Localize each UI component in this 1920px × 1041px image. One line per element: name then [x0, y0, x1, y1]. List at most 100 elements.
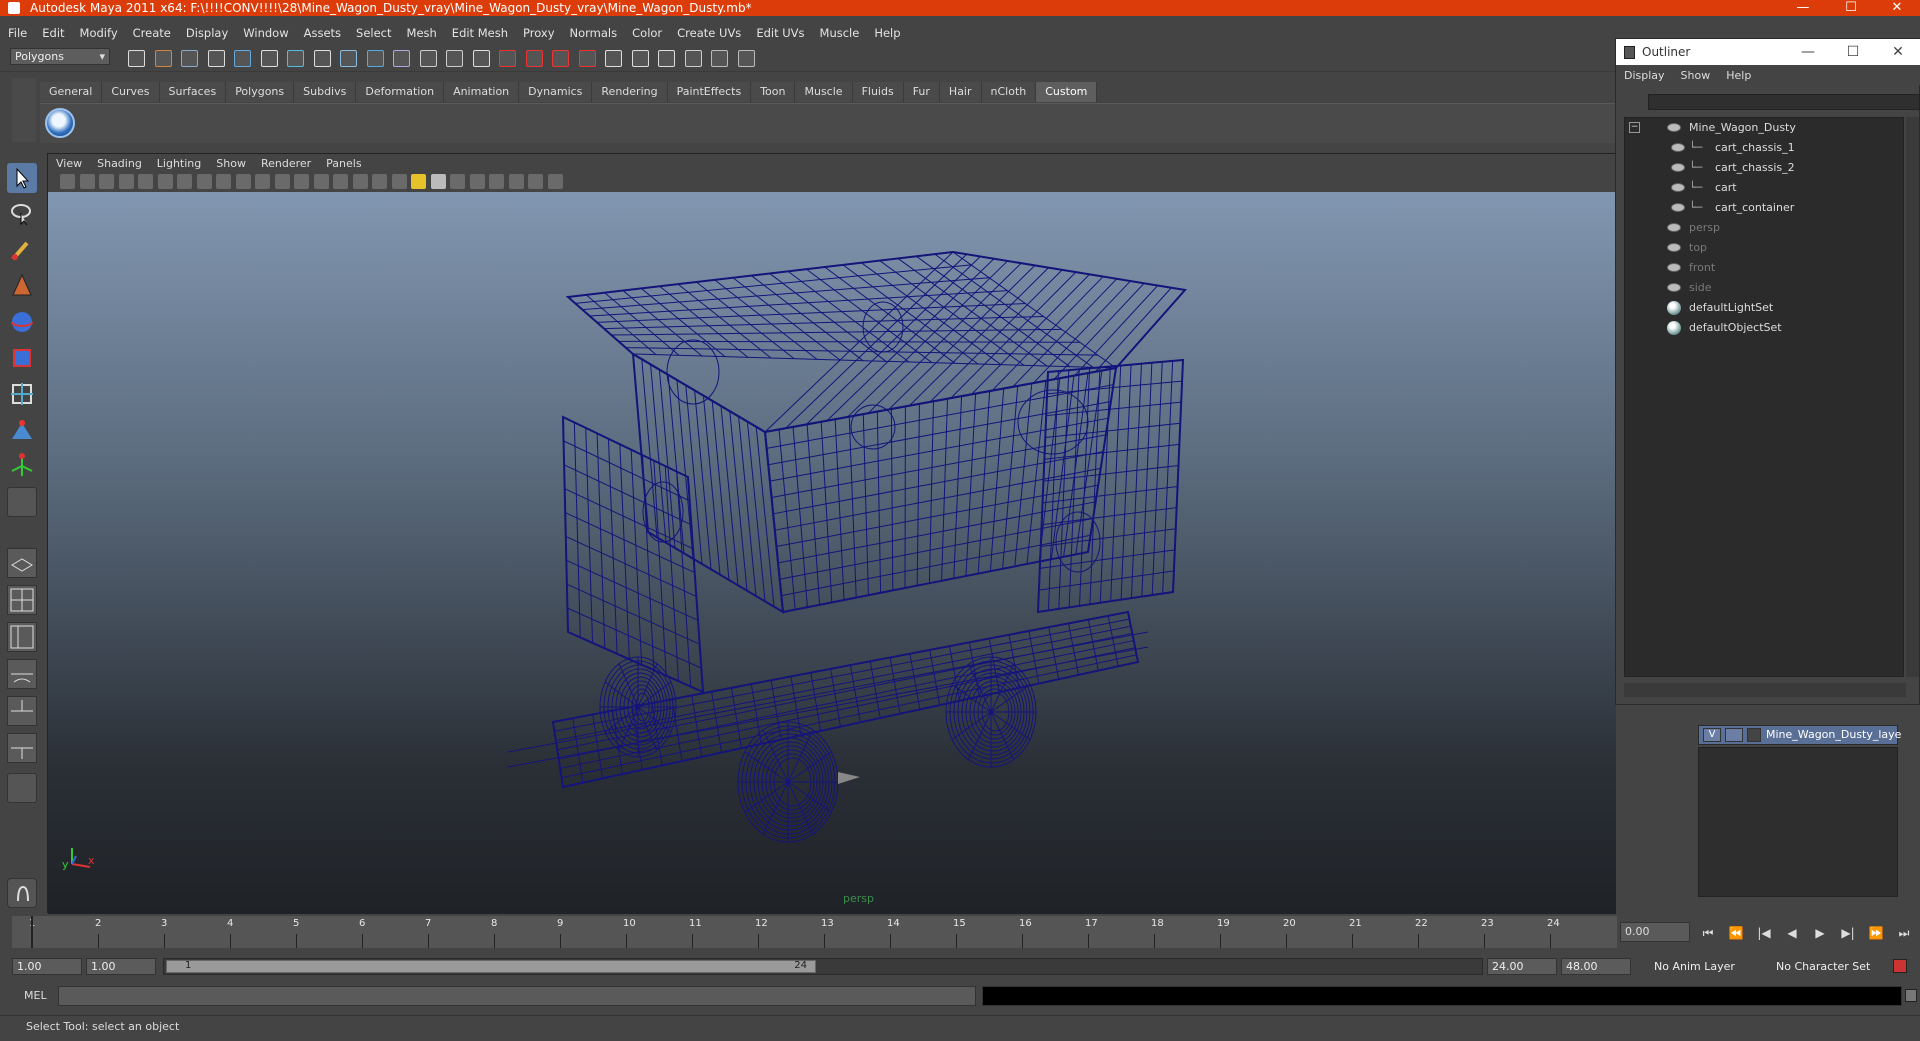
status-tool-icon[interactable] — [711, 50, 728, 67]
shelf-tab-toon[interactable]: Toon — [751, 82, 796, 102]
panel-toolbar-icon[interactable] — [333, 174, 348, 189]
panel-toolbar-icon[interactable] — [352, 174, 368, 189]
panel-toolbar-icon[interactable] — [411, 174, 426, 189]
outliner-menu-help[interactable]: Help — [1726, 69, 1751, 82]
menu-normals[interactable]: Normals — [570, 26, 618, 40]
layout-four-pane-icon[interactable] — [7, 585, 37, 615]
panel-toolbar-icon[interactable] — [372, 174, 387, 189]
status-tool-icon[interactable] — [525, 50, 543, 67]
scale-tool-icon[interactable] — [7, 343, 37, 373]
playback-button[interactable]: ⏩ — [1868, 925, 1884, 941]
shelf-tab-fluids[interactable]: Fluids — [852, 82, 904, 102]
current-frame-marker[interactable] — [31, 916, 33, 948]
status-tool-icon[interactable] — [154, 50, 172, 67]
outliner-minimize-button[interactable]: — — [1786, 39, 1830, 65]
menu-file[interactable]: File — [8, 26, 27, 40]
status-tool-icon[interactable] — [393, 50, 410, 67]
layer-list[interactable] — [1698, 747, 1898, 897]
outliner-item-defaultlightset[interactable]: defaultLightSet — [1667, 298, 1897, 318]
playback-start-field[interactable]: 1.00 — [86, 958, 156, 975]
layout-persp-graph-icon[interactable] — [7, 659, 37, 689]
auto-key-icon[interactable] — [1893, 959, 1907, 973]
script-editor-icon[interactable] — [1905, 989, 1917, 1002]
panel-menu-renderer[interactable]: Renderer — [261, 157, 311, 170]
outliner-collapse-toggle[interactable]: − — [1629, 122, 1640, 133]
status-tool-icon[interactable] — [631, 50, 649, 67]
outliner-horizontal-scrollbar[interactable] — [1624, 683, 1906, 697]
panel-toolbar-icon[interactable] — [489, 174, 504, 189]
outliner-vertical-scrollbar[interactable] — [1906, 117, 1919, 677]
layout-custom-icon[interactable] — [7, 773, 37, 803]
panel-menu-view[interactable]: View — [56, 157, 82, 170]
layout-outliner-persp-icon[interactable] — [7, 622, 37, 652]
menu-muscle[interactable]: Muscle — [820, 26, 860, 40]
character-set-dropdown[interactable]: No Character Set — [1772, 958, 1884, 975]
layer-color-swatch[interactable] — [1747, 728, 1761, 742]
outliner-tree[interactable]: − Mine_Wagon_Dusty └─ cart_chassis_1 └─ cart_… — [1624, 117, 1904, 677]
status-tool-icon[interactable] — [446, 50, 463, 67]
shelf-tab-muscle[interactable]: Muscle — [795, 82, 853, 102]
status-tool-icon[interactable] — [552, 50, 569, 67]
move-tool-icon[interactable] — [7, 271, 37, 301]
menu-create-uvs[interactable]: Create UVs — [677, 26, 741, 40]
maximize-button[interactable]: ☐ — [1828, 0, 1874, 16]
shelf-tab-fur[interactable]: Fur — [903, 82, 940, 102]
status-tool-icon[interactable] — [287, 50, 304, 67]
minimize-button[interactable]: — — [1780, 0, 1826, 16]
panel-toolbar-icon[interactable] — [196, 174, 212, 189]
status-tool-icon[interactable] — [684, 50, 702, 67]
universal-manip-icon[interactable] — [7, 379, 37, 409]
status-tool-icon[interactable] — [419, 50, 437, 67]
panel-toolbar-icon[interactable] — [430, 174, 446, 189]
menu-create[interactable]: Create — [133, 26, 171, 40]
panel-toolbar-icon[interactable] — [313, 174, 329, 189]
status-tool-icon[interactable] — [181, 50, 198, 67]
shelf-tab-rendering[interactable]: Rendering — [592, 82, 668, 102]
outliner-maximize-button[interactable]: ☐ — [1831, 39, 1875, 65]
viewport-canvas[interactable]: y x persp — [48, 192, 1616, 914]
shelf-tab-hair[interactable]: Hair — [939, 82, 982, 102]
panel-toolbar-icon[interactable] — [255, 174, 270, 189]
panel-toolbar-icon[interactable] — [508, 174, 524, 189]
status-tool-icon[interactable] — [472, 50, 490, 67]
panel-toolbar-icon[interactable] — [469, 174, 485, 189]
status-tool-icon[interactable] — [578, 50, 596, 67]
shelf-tab-dynamics[interactable]: Dynamics — [519, 82, 593, 102]
shelf-tab-surfaces[interactable]: Surfaces — [159, 82, 227, 102]
layer-visibility-toggle[interactable]: V — [1703, 728, 1721, 742]
rotate-tool-icon[interactable] — [7, 307, 37, 337]
status-tool-icon[interactable] — [340, 50, 357, 67]
playback-button[interactable]: |◀ — [1756, 925, 1772, 941]
panel-toolbar-icon[interactable] — [79, 174, 95, 189]
menu-edit-uvs[interactable]: Edit UVs — [756, 26, 804, 40]
menu-modify[interactable]: Modify — [80, 26, 118, 40]
panel-menu-show[interactable]: Show — [216, 157, 246, 170]
shelf-tab-animation[interactable]: Animation — [444, 82, 520, 102]
menu-display[interactable]: Display — [186, 26, 228, 40]
show-manip-icon[interactable] — [7, 451, 37, 481]
shelf-tab-general[interactable]: General — [40, 82, 103, 102]
command-language-label[interactable]: MEL — [14, 986, 54, 1006]
layout-hypershade-icon[interactable] — [7, 696, 37, 726]
panel-toolbar-icon[interactable] — [391, 174, 407, 189]
playback-button[interactable]: ◀ — [1784, 925, 1800, 941]
panel-toolbar-icon[interactable] — [274, 174, 290, 189]
status-tool-icon[interactable] — [499, 50, 516, 67]
shelf-tab-curves[interactable]: Curves — [102, 82, 160, 102]
playback-button[interactable]: ▶ — [1812, 925, 1828, 941]
menu-window[interactable]: Window — [243, 26, 288, 40]
layer-playback-toggle[interactable] — [1725, 728, 1743, 742]
playback-button[interactable]: ⏭ — [1896, 925, 1912, 941]
status-tool-icon[interactable] — [605, 50, 622, 67]
panel-toolbar-icon[interactable] — [177, 174, 192, 189]
range-start-field[interactable]: 1.00 — [12, 958, 82, 975]
shelf-tab-ncloth[interactable]: nCloth — [981, 82, 1037, 102]
panel-toolbar-icon[interactable] — [547, 174, 563, 189]
soft-mod-icon[interactable] — [7, 415, 37, 445]
paint-select-icon[interactable] — [7, 235, 37, 265]
range-slider-handle[interactable]: 1 24 — [166, 960, 816, 973]
status-tool-icon[interactable] — [128, 50, 145, 67]
menu-assets[interactable]: Assets — [304, 26, 341, 40]
shelf-options[interactable] — [12, 78, 36, 142]
range-slider-track[interactable]: 1 24 — [163, 958, 1483, 975]
